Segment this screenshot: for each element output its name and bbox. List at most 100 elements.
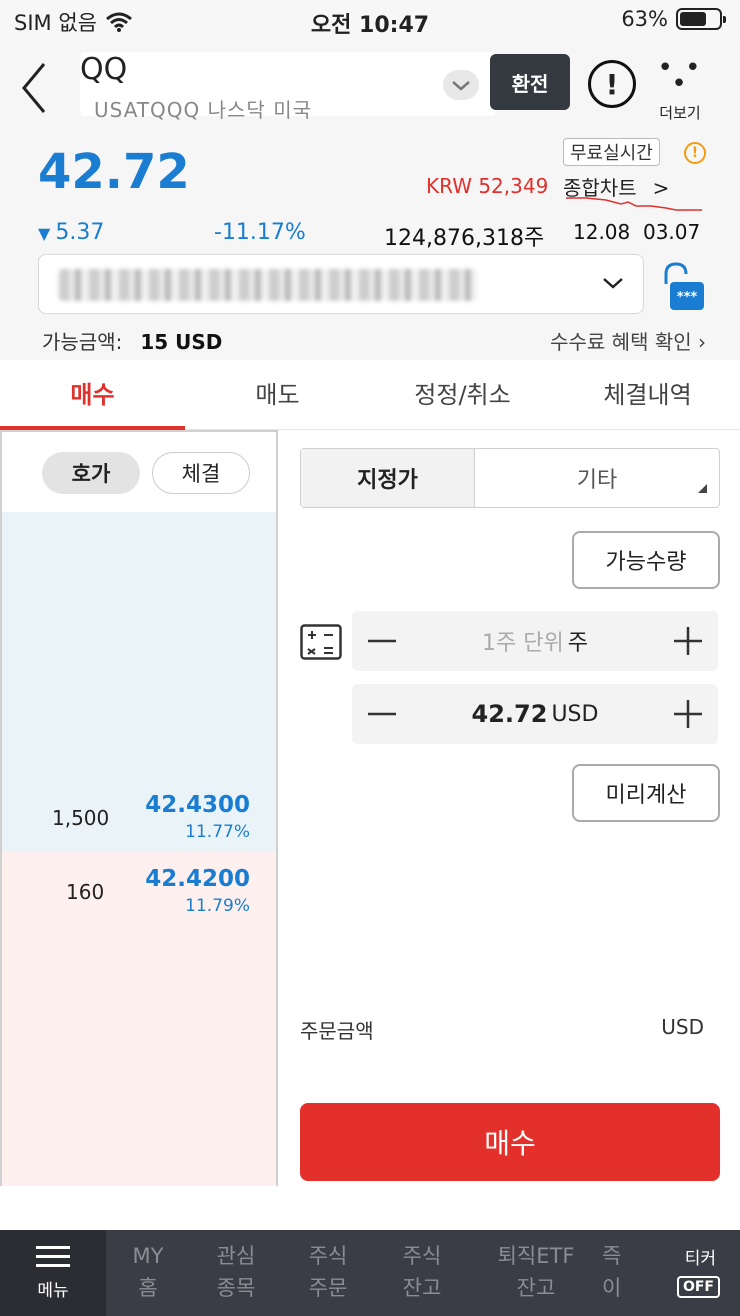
more-button[interactable]: • • • 더보기 xyxy=(652,53,708,123)
calculator-icon[interactable] xyxy=(300,624,342,660)
alert-icon[interactable]: ! xyxy=(588,60,636,108)
nav-label: 퇴직ETF xyxy=(497,1244,575,1268)
ticker-title: QQ xyxy=(80,52,128,87)
free-realtime-badge[interactable]: 무료실시간 xyxy=(563,138,660,166)
down-triangle-icon: ▼ xyxy=(38,224,56,243)
nav-label: 종목 xyxy=(216,1276,256,1300)
available-amount: 가능금액: 15 USD xyxy=(42,326,222,355)
bottom-nav: 메뉴 MY 홈 관심 종목 주식 주문 주식 잔고 퇴직ETF 잔고 즉 이 티… xyxy=(0,1230,740,1316)
fee-benefit-label: 수수료 혜택 확인 xyxy=(550,330,692,354)
ticker-toggle[interactable]: 티커 OFF xyxy=(654,1230,740,1316)
price-unit: USD xyxy=(551,701,599,727)
account-select[interactable] xyxy=(38,254,644,314)
current-price: 42.72 xyxy=(38,144,190,200)
book-row[interactable]: 160 42.4200 11.79% xyxy=(2,862,276,928)
chevron-down-icon xyxy=(603,278,623,289)
krw-price: KRW 52,349 xyxy=(426,174,549,198)
more-label: 더보기 xyxy=(659,104,701,122)
order-book: 호가 체결 1,500 42.4300 11.77% 160 42.4200 1… xyxy=(0,430,278,1186)
segment-trade[interactable]: 체결 xyxy=(152,452,250,494)
nav-label: 관심 xyxy=(216,1244,256,1268)
order-amount-label: 주문금액 xyxy=(300,1019,374,1043)
order-amount-unit: USD xyxy=(661,1015,704,1039)
tab-modify-cancel[interactable]: 정정/취소 xyxy=(370,360,555,429)
nav-label: 주식 xyxy=(402,1244,442,1268)
more-dots-icon: • • • xyxy=(657,53,703,99)
svg-text:***: *** xyxy=(677,290,698,305)
book-segment: 호가 체결 xyxy=(42,452,250,494)
quantity-placeholder: 1주 단위 xyxy=(482,631,564,656)
nav-label: MY xyxy=(132,1244,164,1268)
exchange-button[interactable]: 환전 xyxy=(490,54,570,110)
plus-icon[interactable] xyxy=(672,696,704,732)
menu-label: 메뉴 xyxy=(37,1280,69,1301)
tab-sell[interactable]: 매도 xyxy=(185,360,370,429)
tab-executions[interactable]: 체결내역 xyxy=(555,360,740,429)
nav-label: 즉 xyxy=(602,1244,622,1268)
ticker-off-badge: OFF xyxy=(676,1276,720,1298)
minus-icon[interactable] xyxy=(366,623,398,659)
available-value: 15 USD xyxy=(140,330,223,354)
order-type-other[interactable]: 기타 xyxy=(475,449,719,507)
book-price: 42.4300 xyxy=(145,792,250,818)
plus-icon[interactable] xyxy=(672,623,704,659)
quantity-stepper: 1주 단위 주 xyxy=(352,611,718,671)
change-value: 5.37 xyxy=(55,220,105,245)
fee-benefit-link[interactable]: 수수료 혜택 확인 › xyxy=(550,326,706,355)
stock-header: QQ USATQQQ 나스닥 미국 환전 ! • • • 더보기 42.72 K… xyxy=(0,40,740,360)
minus-icon[interactable] xyxy=(366,696,398,732)
change-rate: -11.17% xyxy=(214,220,306,245)
nav-label: 잔고 xyxy=(402,1276,442,1300)
change-row: ▼ 5.37 -11.17% 124,876,318주 12.08 03.07 xyxy=(38,220,718,251)
nav-label: 잔고 xyxy=(516,1276,556,1300)
chevron-right-icon: › xyxy=(698,330,706,354)
book-rate: 11.77% xyxy=(185,822,250,842)
battery-percent: 63% xyxy=(621,7,668,31)
nav-label: 주문 xyxy=(308,1276,348,1300)
order-type-other-label: 기타 xyxy=(576,468,618,493)
available-label: 가능금액: xyxy=(42,330,123,354)
nav-stock-balance[interactable]: 주식 잔고 xyxy=(374,1230,470,1316)
menu-button[interactable]: 메뉴 xyxy=(0,1230,106,1316)
hamburger-icon xyxy=(36,1245,70,1268)
book-qty: 1,500 xyxy=(52,806,110,830)
ask-area: 1,500 42.4300 11.77% xyxy=(2,512,276,852)
nav-watchlist[interactable]: 관심 종목 xyxy=(190,1230,282,1316)
book-qty: 160 xyxy=(66,880,105,904)
quantity-unit: 주 xyxy=(567,631,588,656)
book-rate: 11.79% xyxy=(185,896,250,916)
password-lock-icon[interactable]: *** xyxy=(654,262,706,312)
stock-dropdown-chevron-icon[interactable] xyxy=(443,70,479,100)
price-stepper: 42.72 USD xyxy=(352,684,718,744)
bid-area: 160 42.4200 11.79% xyxy=(2,852,276,1186)
nav-label: 이 xyxy=(602,1276,622,1300)
order-type-selector: 지정가 기타 xyxy=(300,448,720,508)
price-input[interactable]: 42.72 USD xyxy=(412,684,658,744)
volume: 124,876,318주 xyxy=(384,226,545,251)
dropdown-triangle-icon xyxy=(698,484,707,493)
nav-item-partial[interactable]: 즉 이 xyxy=(602,1230,642,1316)
nav-label: 홈 xyxy=(138,1276,158,1300)
info-icon[interactable]: ! xyxy=(684,142,706,164)
nav-my-home[interactable]: MY 홈 xyxy=(106,1230,190,1316)
status-bar: SIM 없음 오전 10:47 63% xyxy=(0,0,740,40)
nav-pension-etf-balance[interactable]: 퇴직ETF 잔고 xyxy=(470,1230,602,1316)
nav-stock-order[interactable]: 주식 주문 xyxy=(282,1230,374,1316)
price-value: 42.72 xyxy=(471,700,548,728)
sparkline xyxy=(566,197,702,211)
battery-icon xyxy=(676,8,726,30)
back-chevron-icon[interactable] xyxy=(16,58,56,118)
change-amount: ▼ 5.37 xyxy=(38,220,104,245)
book-row[interactable]: 1,500 42.4300 11.77% xyxy=(2,788,276,854)
stock-search-box[interactable]: QQ USATQQQ 나스닥 미국 xyxy=(80,52,496,122)
tab-buy[interactable]: 매수 xyxy=(0,360,185,430)
segment-quote[interactable]: 호가 xyxy=(42,452,140,494)
available-qty-button[interactable]: 가능수량 xyxy=(572,531,720,589)
buy-button[interactable]: 매수 xyxy=(300,1103,720,1181)
order-type-limit[interactable]: 지정가 xyxy=(301,449,475,507)
book-price: 42.4200 xyxy=(145,866,250,892)
battery-area: 63% xyxy=(621,7,726,31)
order-tabs: 매수 매도 정정/취소 체결내역 xyxy=(0,360,740,430)
precalc-button[interactable]: 미리계산 xyxy=(572,764,720,822)
quantity-input[interactable]: 1주 단위 주 xyxy=(412,611,658,671)
